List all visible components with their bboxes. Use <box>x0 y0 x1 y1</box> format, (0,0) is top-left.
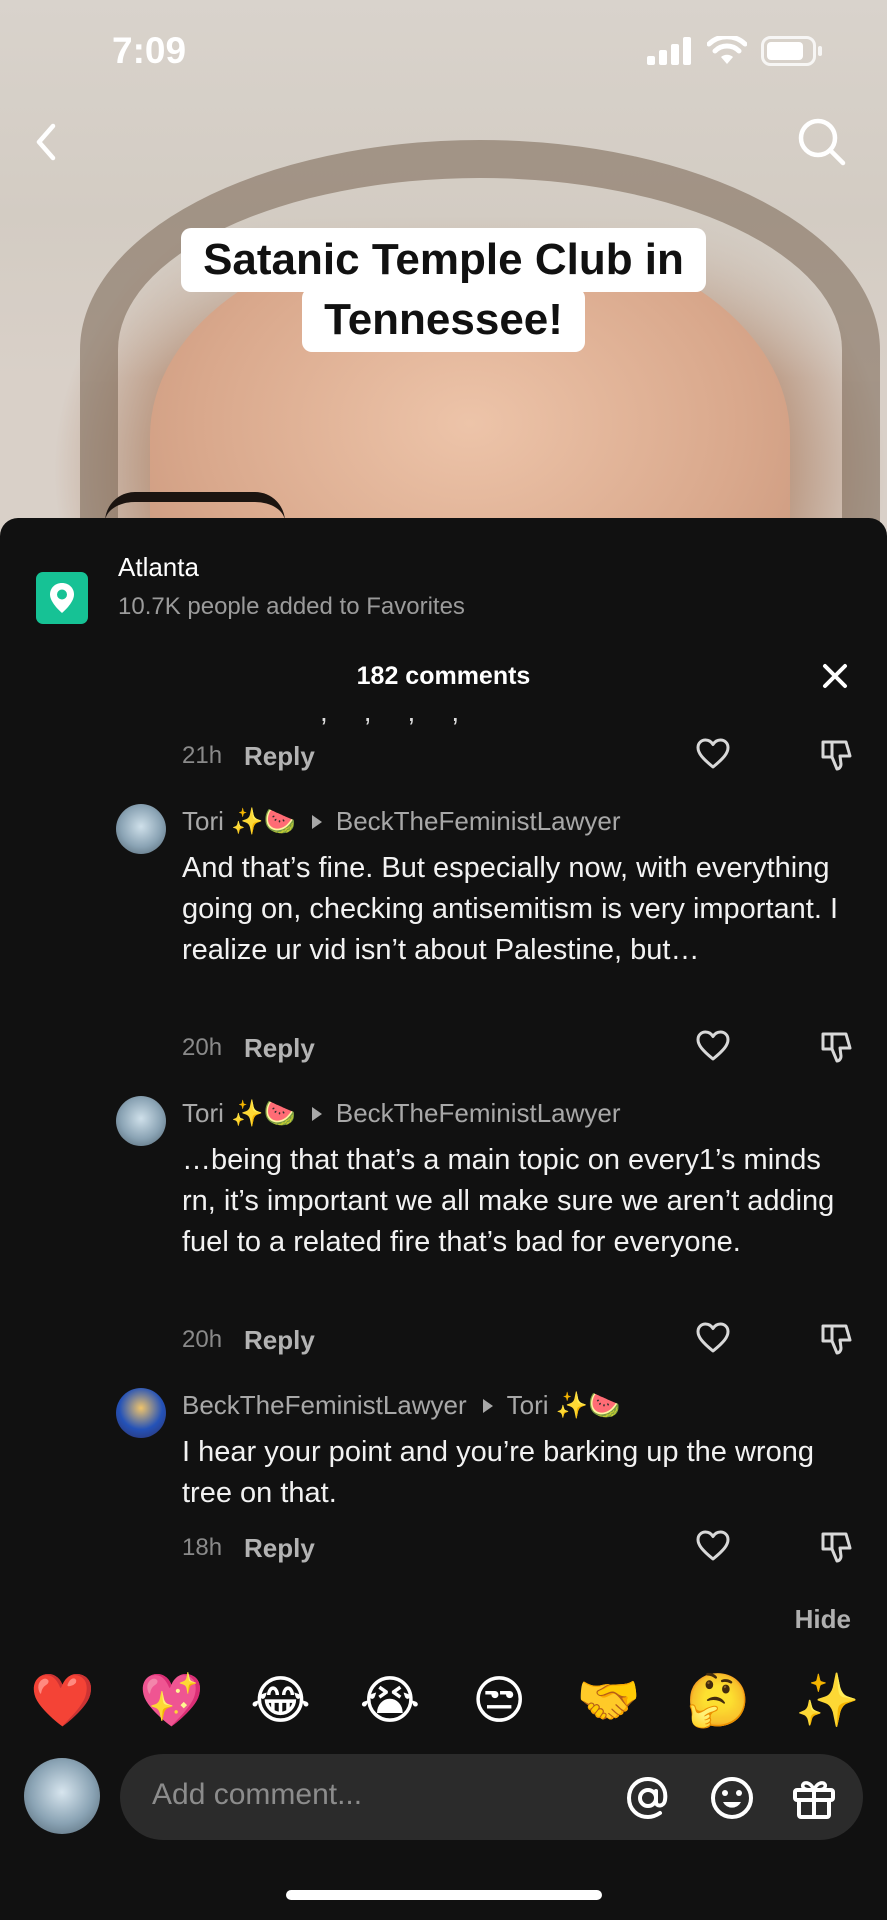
reply-button[interactable]: Reply <box>244 741 315 772</box>
reply-to-arrow-icon <box>311 814 322 829</box>
comment-text: …being that that’s a main topic on every… <box>182 1144 835 1258</box>
reply-button[interactable]: Reply <box>244 1033 315 1064</box>
reply-to-arrow-icon <box>311 1106 322 1121</box>
close-icon <box>823 664 847 688</box>
comment-input-placeholder: Add comment... <box>152 1778 363 1811</box>
emoji-thinking-button[interactable]: 🤔 <box>686 1666 751 1736</box>
home-indicator[interactable] <box>286 1890 602 1900</box>
dislike-icon[interactable] <box>820 738 854 772</box>
reply-button[interactable]: Reply <box>244 1325 315 1356</box>
comment-reply-to[interactable]: BeckTheFeministLawyer <box>336 1098 621 1129</box>
wifi-icon <box>707 36 747 64</box>
heart-icon[interactable] <box>696 738 730 770</box>
comments-count-title: 182 comments <box>356 662 531 690</box>
location-pin-icon <box>50 583 74 613</box>
dislike-icon[interactable] <box>820 1530 854 1564</box>
battery-icon <box>761 36 822 66</box>
comment-author[interactable]: Tori ✨🍉 <box>182 806 296 837</box>
caption-line-1: Satanic Temple Club in <box>181 228 706 292</box>
comment-header: BeckTheFeministLawyer Tori ✨🍉 <box>182 1390 621 1421</box>
heart-icon[interactable] <box>696 1530 730 1562</box>
location-banner[interactable]: Atlanta 10.7K people added to Favorites <box>36 552 465 624</box>
back-button[interactable] <box>16 112 76 172</box>
heart-icon[interactable] <box>696 1322 730 1354</box>
location-pin-badge <box>36 572 88 624</box>
caption-line-2: Tennessee! <box>302 287 585 352</box>
comment-text: And that’s fine. But especially now, wit… <box>182 852 838 966</box>
status-icons <box>647 36 823 66</box>
reply-to-arrow-icon <box>482 1398 493 1413</box>
comments-list[interactable]: ,,,, 21h Reply Tori ✨🍉 BeckTheFeministLa… <box>0 714 887 1804</box>
comment-actions-row: 20h Reply <box>182 1320 862 1360</box>
emoji-crying-button[interactable]: 😭 <box>358 1666 422 1736</box>
comment-age: 18h <box>182 1534 223 1561</box>
signal-icon <box>647 37 691 65</box>
comment-composer: Add comment... <box>0 1754 887 1850</box>
emoji-unamused-button[interactable]: 😒 <box>467 1666 531 1736</box>
emoji-laughing-button[interactable]: 😂 <box>249 1666 313 1736</box>
location-name: Atlanta <box>118 552 199 582</box>
status-time: 7:09 <box>112 30 187 71</box>
comment-text: I hear your point and you’re barking up … <box>182 1436 814 1509</box>
comment-actions-row: 21h Reply <box>182 736 862 776</box>
emoji-sparkling-heart-button[interactable]: 💖 <box>139 1666 204 1736</box>
comment-author[interactable]: Tori ✨🍉 <box>182 1098 296 1129</box>
my-avatar <box>24 1758 100 1834</box>
comment-actions-row: 20h Reply <box>182 1028 862 1068</box>
quick-emoji-bar: ❤️ 💖 😂 😭 😒 🤝 🤔 ✨ <box>0 1666 887 1736</box>
comment-reply-to[interactable]: Tori ✨🍉 <box>507 1390 621 1421</box>
avatar[interactable] <box>116 1388 166 1438</box>
status-bar: 7:09 <box>0 0 887 100</box>
search-button[interactable] <box>792 112 852 172</box>
comment-age: 21h <box>182 742 223 769</box>
clipped-comment-text: ,,,, <box>320 714 495 728</box>
emoji-heart-button[interactable]: ❤️ <box>30 1666 95 1736</box>
comments-sheet: Atlanta 10.7K people added to Favorites … <box>0 518 887 1920</box>
hide-button[interactable]: Hide <box>795 1604 851 1635</box>
location-text: Atlanta 10.7K people added to Favorites <box>118 552 465 621</box>
comment-reply-to[interactable]: BeckTheFeministLawyer <box>336 806 621 837</box>
back-icon <box>36 123 56 161</box>
emoji-sparkles-button[interactable]: ✨ <box>795 1666 860 1736</box>
emoji-handshake-button[interactable]: 🤝 <box>576 1666 641 1736</box>
video-caption: Satanic Temple Club in Tennessee! <box>0 228 887 352</box>
avatar[interactable] <box>116 1096 166 1146</box>
comment-header: Tori ✨🍉 BeckTheFeministLawyer <box>182 1098 621 1129</box>
dislike-icon[interactable] <box>820 1322 854 1356</box>
mention-icon[interactable] <box>624 1774 672 1822</box>
reply-button[interactable]: Reply <box>244 1533 315 1564</box>
comment-actions-row: 18h Reply <box>182 1528 862 1568</box>
close-comments-button[interactable] <box>813 654 857 698</box>
location-favorites: 10.7K people added to Favorites <box>118 593 465 620</box>
comment-age: 20h <box>182 1326 223 1353</box>
dislike-icon[interactable] <box>820 1030 854 1064</box>
comment-header: Tori ✨🍉 BeckTheFeministLawyer <box>182 806 621 837</box>
comment-age: 20h <box>182 1034 223 1061</box>
gift-icon[interactable] <box>790 1774 838 1822</box>
heart-icon[interactable] <box>696 1030 730 1062</box>
comment-author[interactable]: BeckTheFeministLawyer <box>182 1390 467 1421</box>
emoji-icon[interactable] <box>708 1774 756 1822</box>
avatar[interactable] <box>116 804 166 854</box>
search-icon <box>798 118 846 166</box>
